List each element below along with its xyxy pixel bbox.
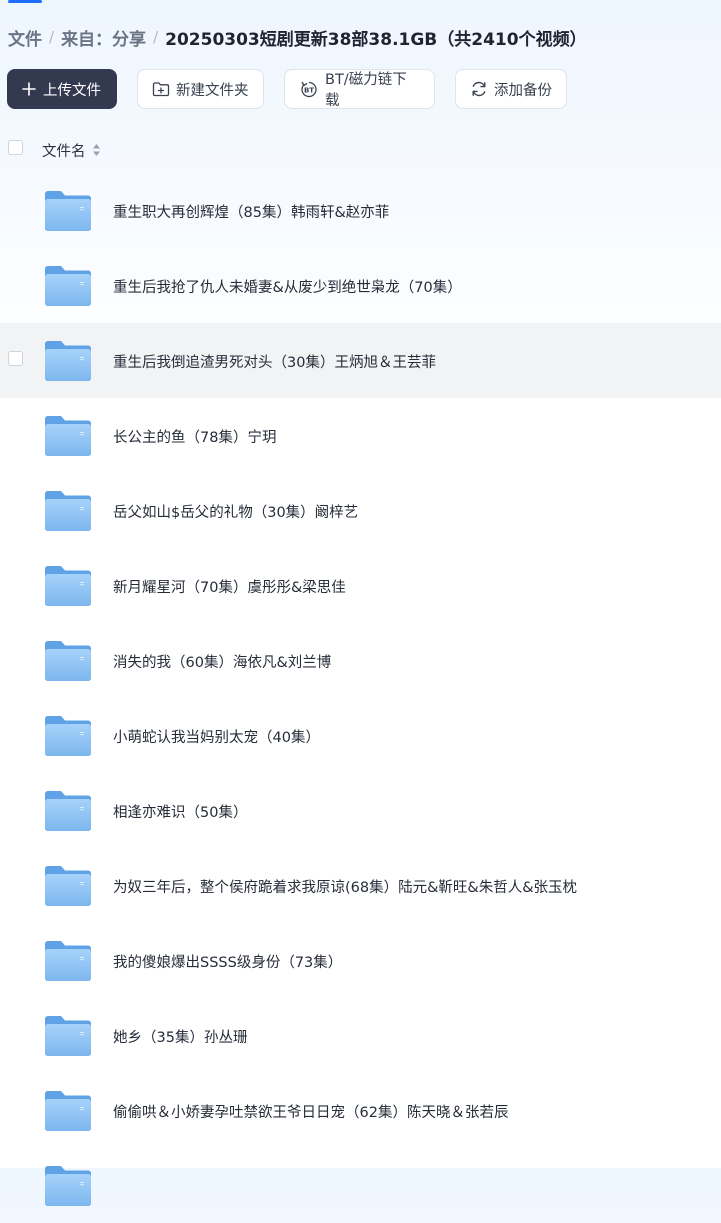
file-row[interactable]: 她乡（35集）孙丛珊 [0,998,721,1073]
folder-icon [44,940,92,986]
file-name: 小萌蛇认我当妈别太宠（40集） [113,730,320,746]
file-row[interactable]: 长公主的鱼（78集）宁玥 [0,398,721,473]
plus-icon [21,81,37,97]
file-row[interactable]: 重生后我倒追渣男死对头（30集）王炳旭＆王芸菲 [0,323,721,398]
file-name: 相逢亦难识（50集） [113,805,248,821]
list-header: 文件名 [0,136,721,164]
file-name: 她乡（35集）孙丛珊 [113,1030,248,1046]
folder-icon [44,1015,92,1061]
folder-icon [44,640,92,686]
folder-icon [44,340,92,386]
add-backup-button[interactable]: 添加备份 [455,69,567,109]
folder-icon [44,715,92,761]
folder-icon [44,490,92,536]
file-row[interactable]: 岳父如山$岳父的礼物（30集）阚梓艺 [0,473,721,548]
folder-plus-icon [152,81,170,97]
file-row[interactable]: 重生职大再创辉煌（85集）韩雨轩&赵亦菲 [0,173,721,248]
upload-button-label: 上传文件 [43,82,101,99]
folder-icon [44,865,92,911]
bt-icon: BT [299,80,319,98]
breadcrumb-separator: / [49,28,55,46]
file-row[interactable]: 为奴三年后，整个侯府跪着求我原谅(68集）陆元&靳旺&朱哲人&张玉枕 [0,848,721,923]
sort-icon[interactable] [92,142,101,161]
file-name: 消失的我（60集）海依凡&刘兰博 [113,655,332,671]
file-row[interactable]: 我的傻娘爆出SSSS级身份（73集） [0,923,721,998]
folder-icon [44,190,92,236]
folder-icon [44,1165,92,1211]
breadcrumb-current-folder: 20250303短剧更新38部38.1GB（共2410个视频） [165,29,587,50]
folder-icon [44,790,92,836]
breadcrumb-item-shared[interactable]: 来自：分享 [61,25,146,50]
file-list: 重生职大再创辉煌（85集）韩雨轩&赵亦菲 重生后我抢了仇人未婚妻&从废少到绝世枭… [0,173,721,1223]
folder-icon [44,265,92,311]
folder-icon [44,415,92,461]
svg-text:BT: BT [304,87,314,95]
file-name: 重生职大再创辉煌（85集）韩雨轩&赵亦菲 [113,205,390,221]
file-row[interactable]: 新月耀星河（70集）虞彤彤&梁思佳 [0,548,721,623]
folder-icon [44,565,92,611]
bt-download-button-label: BT/磁力链下载 [325,72,407,109]
file-row[interactable]: 消失的我（60集）海依凡&刘兰博 [0,623,721,698]
breadcrumb: 文件 / 来自：分享 / 20250303短剧更新38部38.1GB（共2410… [8,24,587,50]
bt-download-button[interactable]: BT BT/磁力链下载 [284,69,435,109]
breadcrumb-item-files[interactable]: 文件 [8,25,42,50]
breadcrumb-separator: / [153,28,159,46]
folder-icon [44,1090,92,1136]
file-name: 为奴三年后，整个侯府跪着求我原谅(68集）陆元&靳旺&朱哲人&张玉枕 [113,880,578,896]
sync-icon [470,80,488,98]
active-tab-indicator [8,0,42,3]
filename-column-header[interactable]: 文件名 [42,140,86,161]
file-row[interactable]: 小萌蛇认我当妈别太宠（40集） [0,698,721,773]
file-row[interactable] [0,1148,721,1223]
new-folder-button-label: 新建文件夹 [176,82,249,99]
file-name: 岳父如山$岳父的礼物（30集）阚梓艺 [113,505,359,521]
toolbar: 上传文件 新建文件夹 BT BT/磁力链下载 添加备份 [7,69,587,109]
file-name: 重生后我抢了仇人未婚妻&从废少到绝世枭龙（70集） [113,280,462,296]
row-checkbox[interactable] [8,351,23,366]
file-row[interactable]: 重生后我抢了仇人未婚妻&从废少到绝世枭龙（70集） [0,248,721,323]
file-name: 我的傻娘爆出SSSS级身份（73集） [113,955,343,971]
upload-button[interactable]: 上传文件 [7,69,117,109]
file-name: 重生后我倒追渣男死对头（30集）王炳旭＆王芸菲 [113,355,436,371]
file-row[interactable]: 偷偷哄＆小娇妻孕吐禁欲王爷日日宠（62集）陈天晓＆张若辰 [0,1073,721,1148]
file-row[interactable]: 相逢亦难识（50集） [0,773,721,848]
add-backup-button-label: 添加备份 [494,82,552,99]
select-all-checkbox[interactable] [8,140,23,155]
file-name: 偷偷哄＆小娇妻孕吐禁欲王爷日日宠（62集）陈天晓＆张若辰 [113,1105,509,1121]
new-folder-button[interactable]: 新建文件夹 [137,69,264,109]
file-name: 长公主的鱼（78集）宁玥 [113,430,277,446]
file-name: 新月耀星河（70集）虞彤彤&梁思佳 [113,580,346,596]
